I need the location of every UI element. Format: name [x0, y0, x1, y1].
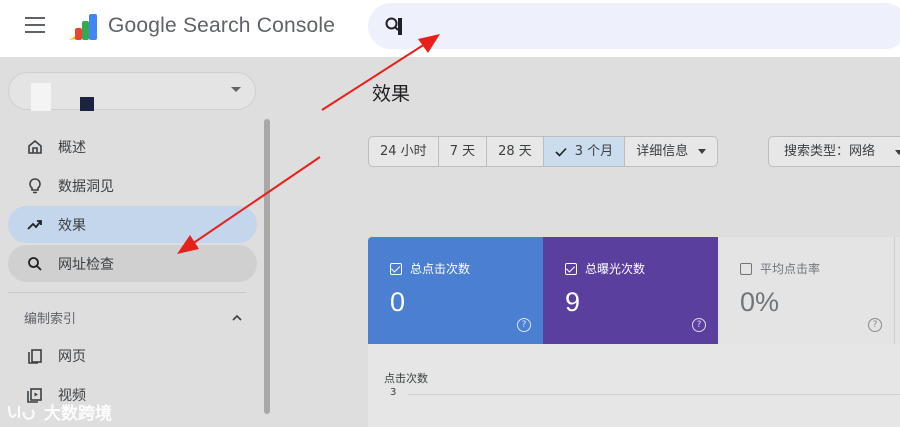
url-inspect-search-bar[interactable] — [368, 3, 900, 49]
filter-more-details[interactable]: 详细信息 — [625, 137, 717, 166]
metric-label: 平均点击率 — [760, 262, 821, 276]
metric-card-average-ctr[interactable]: 平均点击率 0% ? — [718, 237, 894, 344]
caret-down-icon — [698, 149, 707, 154]
menu-icon[interactable] — [25, 17, 45, 33]
property-selector[interactable] — [8, 72, 256, 111]
sidebar: 概述 数据洞见 效果 网址检查 编制索引 网页 视频 — [0, 57, 270, 427]
filter-3-months[interactable]: 3 个月 — [543, 137, 626, 166]
search-input[interactable] — [406, 11, 886, 41]
filter-label: 24 小时 — [380, 144, 427, 159]
help-icon[interactable]: ? — [517, 318, 531, 332]
home-icon — [28, 139, 42, 154]
sidebar-item-url-inspection[interactable]: 网址检查 — [8, 245, 257, 282]
checkbox-checked-icon[interactable] — [565, 263, 577, 275]
performance-chart: 点击次数 3 — [368, 344, 900, 427]
chart-gridline — [408, 394, 900, 395]
search-type-filter[interactable]: 搜索类型：网络 — [768, 136, 900, 167]
pages-icon — [28, 349, 42, 364]
metric-card-total-impressions[interactable]: 总曝光次数 9 ? — [543, 237, 718, 344]
filter-label: 7 天 — [449, 144, 476, 159]
sidebar-item-label: 网址检查 — [58, 257, 114, 273]
check-icon — [555, 147, 567, 157]
page-title: 效果 — [372, 83, 411, 105]
metric-value: 0 — [390, 287, 406, 317]
metric-label: 总点击次数 — [410, 262, 471, 276]
help-icon[interactable]: ? — [868, 318, 882, 332]
chevron-up-icon[interactable] — [232, 313, 242, 323]
sidebar-item-performance[interactable]: 效果 — [8, 206, 257, 243]
metric-value: 0% — [740, 287, 780, 317]
filter-24-hours[interactable]: 24 小时 — [369, 137, 439, 166]
property-color-square — [80, 97, 94, 111]
trending-up-icon — [27, 220, 42, 230]
chart-axis-label: 点击次数 — [384, 372, 428, 385]
checkbox-unchecked-icon[interactable] — [740, 263, 752, 275]
watermark-logo-icon — [8, 405, 35, 420]
metric-value: 9 — [565, 287, 581, 317]
help-icon[interactable]: ? — [692, 318, 706, 332]
filter-label: 详细信息 — [636, 144, 689, 159]
property-favicon — [31, 83, 51, 111]
sidebar-item-label: 数据洞见 — [58, 179, 114, 195]
app-title: Google Search Console — [108, 14, 336, 37]
sidebar-item-label: 网页 — [58, 349, 86, 365]
sidebar-item-insights[interactable]: 数据洞见 — [8, 167, 257, 204]
sidebar-item-label: 概述 — [58, 140, 86, 156]
metric-label: 总曝光次数 — [585, 262, 646, 276]
filter-28-days[interactable]: 28 天 — [487, 137, 544, 166]
caret-down-icon — [895, 150, 900, 155]
sidebar-item-pages[interactable]: 网页 — [8, 337, 257, 374]
main-area: 概述 数据洞见 效果 网址检查 编制索引 网页 视频 效果 24 小时 7 天 — [0, 57, 900, 427]
watermark: 大数跨境 — [6, 399, 112, 424]
section-header-indexing[interactable]: 编制索引 — [24, 308, 76, 327]
sidebar-item-label: 效果 — [58, 218, 86, 234]
filter-7-days[interactable]: 7 天 — [439, 137, 488, 166]
watermark-text: 大数跨境 — [44, 404, 112, 424]
lightbulb-icon — [29, 178, 41, 194]
checkbox-checked-icon[interactable] — [390, 263, 402, 275]
search-console-logo[interactable] — [66, 12, 100, 44]
divider — [8, 292, 246, 293]
search-type-label: 搜索类型：网络 — [784, 144, 876, 159]
sidebar-item-overview[interactable]: 概述 — [8, 128, 257, 165]
top-app-bar: Google Search Console — [0, 0, 900, 57]
text-cursor — [398, 18, 402, 35]
chart-tick-label: 3 — [390, 387, 397, 398]
filter-label: 3 个月 — [574, 144, 614, 159]
metric-card-average-position[interactable] — [894, 237, 900, 344]
metric-card-total-clicks[interactable]: 总点击次数 0 ? — [368, 237, 543, 344]
sidebar-scrollbar[interactable] — [264, 119, 270, 414]
chevron-down-icon — [231, 87, 241, 92]
search-icon — [28, 257, 42, 271]
filter-label: 28 天 — [498, 144, 532, 159]
date-range-filter: 24 小时 7 天 28 天 3 个月 详细信息 — [368, 136, 719, 167]
